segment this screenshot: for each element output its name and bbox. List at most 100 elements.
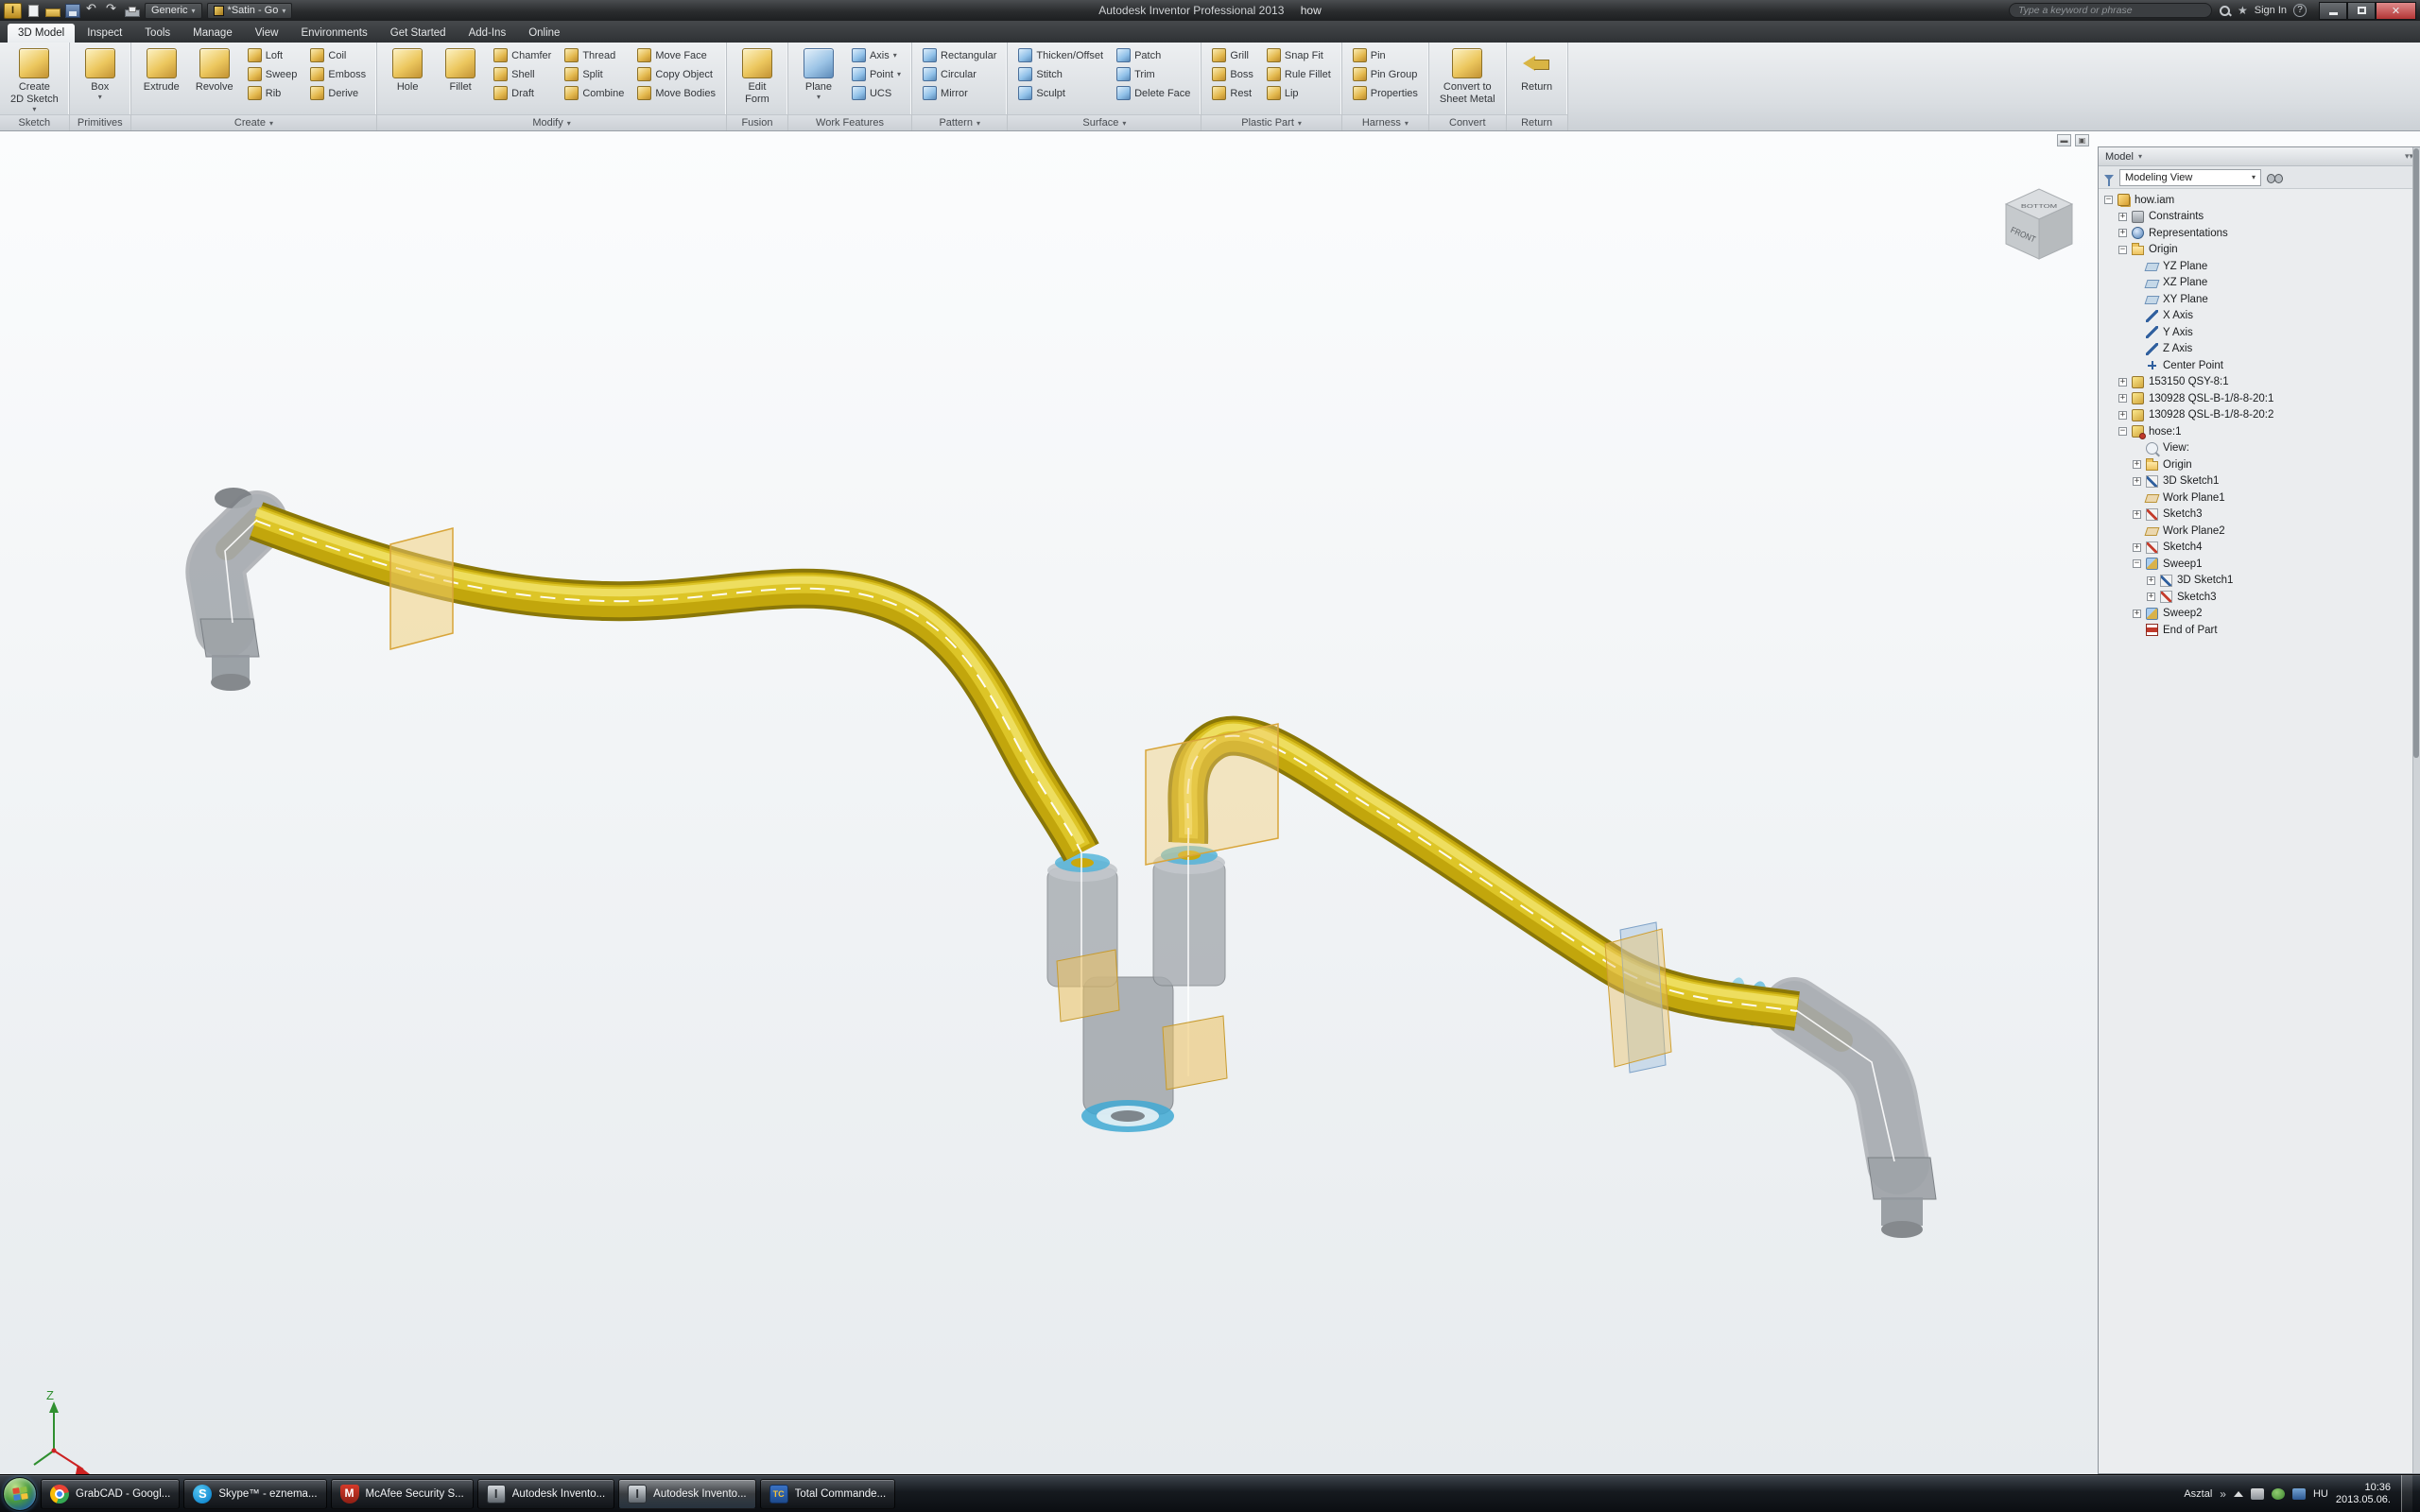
redo-icon[interactable] [105, 4, 120, 18]
ribbon-group-label[interactable]: Work Features [788, 114, 911, 130]
ribbon-button-split[interactable]: Split [561, 65, 628, 83]
ribbon-button-axis[interactable]: Axis▾ [848, 46, 905, 64]
help-icon[interactable]: ? [2293, 4, 2307, 17]
view-mode-select[interactable]: Modeling View ▾ [2119, 169, 2261, 186]
language-indicator[interactable]: HU [2313, 1488, 2328, 1500]
ribbon-button-sweep[interactable]: Sweep [244, 65, 302, 83]
ribbon-button-pin-group[interactable]: Pin Group [1349, 65, 1422, 83]
ribbon-button-extrude[interactable]: Extrude [136, 45, 187, 94]
minimize-button[interactable] [2319, 2, 2347, 20]
ribbon-group-label[interactable]: Sketch [0, 114, 69, 130]
browser-header[interactable]: Model ▾ ▾▾ [2099, 147, 2420, 166]
model-scene[interactable]: BOTTOM FRONT Z X [0, 131, 2420, 1474]
tab-3d-model[interactable]: 3D Model [8, 24, 75, 43]
ribbon-group-label[interactable]: Create▾ [131, 114, 376, 130]
ribbon-button-derive[interactable]: Derive [306, 84, 370, 102]
tree-item-view[interactable]: View: [2099, 440, 2420, 457]
desktop-toolbar-label[interactable]: Asztal [2184, 1488, 2212, 1500]
ribbon-button-plane[interactable]: Plane▾ [793, 45, 844, 102]
tree-item-sketch3[interactable]: +Sketch3 [2099, 589, 2420, 606]
tab-online[interactable]: Online [518, 24, 570, 43]
tab-view[interactable]: View [245, 24, 289, 43]
tree-expander[interactable]: + [2133, 477, 2141, 486]
maximize-button[interactable] [2347, 2, 2376, 20]
taskbar-button-autodesk-invento[interactable]: Autodesk Invento... [477, 1479, 614, 1509]
ribbon-group-label[interactable]: Plastic Part▾ [1201, 114, 1340, 130]
ribbon-group-label[interactable]: Modify▾ [377, 114, 726, 130]
ribbon-button-loft[interactable]: Loft [244, 46, 302, 64]
taskbar-button-mcafee-security-s[interactable]: McAfee Security S... [331, 1479, 474, 1509]
ribbon-group-label[interactable]: Fusion [727, 114, 787, 130]
sign-in-link[interactable]: Sign In [2255, 5, 2287, 16]
ribbon-group-label[interactable]: Surface▾ [1008, 114, 1201, 130]
tree-item-xy-plane[interactable]: XY Plane [2099, 291, 2420, 308]
ribbon-button-hole[interactable]: Hole [382, 45, 433, 94]
ribbon-button-revolve[interactable]: Revolve [189, 45, 240, 94]
doc-minimize-icon[interactable]: ▬ [2057, 134, 2071, 146]
doc-restore-icon[interactable]: ▣ [2075, 134, 2089, 146]
ribbon-button-fillet[interactable]: Fillet [435, 45, 486, 94]
tray-icon-2[interactable] [2272, 1488, 2285, 1500]
ribbon-button-coil[interactable]: Coil [306, 46, 370, 64]
ribbon-button-convert-to-sheet-metal[interactable]: Convert toSheet Metal [1434, 45, 1501, 106]
taskbar-button-autodesk-invento[interactable]: Autodesk Invento... [618, 1479, 755, 1509]
tree-item-153150-qsy-8-1[interactable]: +153150 QSY-8:1 [2099, 374, 2420, 391]
ribbon-button-emboss[interactable]: Emboss [306, 65, 370, 83]
ribbon-button-edit-form[interactable]: EditForm [732, 45, 783, 106]
ribbon-button-patch[interactable]: Patch [1113, 46, 1194, 64]
tree-item-z-axis[interactable]: Z Axis [2099, 341, 2420, 358]
open-icon[interactable] [45, 9, 60, 17]
tree-item-y-axis[interactable]: Y Axis [2099, 324, 2420, 341]
viewcube[interactable]: BOTTOM FRONT [2006, 189, 2072, 259]
tree-expander[interactable]: − [2104, 196, 2113, 204]
tree-item-sweep2[interactable]: +Sweep2 [2099, 606, 2420, 623]
tree-item-xz-plane[interactable]: XZ Plane [2099, 275, 2420, 292]
application-menu-button[interactable]: I [4, 3, 22, 19]
ribbon-button-trim[interactable]: Trim [1113, 65, 1194, 83]
find-icon[interactable] [2267, 173, 2283, 182]
tree-item-work-plane1[interactable]: Work Plane1 [2099, 490, 2420, 507]
appearance-combo[interactable]: *Satin - Go ▾ [207, 3, 293, 19]
browser-scrollbar[interactable] [2412, 147, 2420, 1473]
tree-item-sketch4[interactable]: +Sketch4 [2099, 540, 2420, 557]
tree-item-center-point[interactable]: Center Point [2099, 357, 2420, 374]
ribbon-button-boss[interactable]: Boss [1208, 65, 1256, 83]
tree-item-x-axis[interactable]: X Axis [2099, 308, 2420, 325]
tray-icon-3[interactable] [2292, 1488, 2306, 1500]
hidden-icons-icon[interactable] [2234, 1491, 2243, 1497]
tray-icon-1[interactable] [2251, 1488, 2264, 1500]
tree-item-yz-plane[interactable]: YZ Plane [2099, 258, 2420, 275]
tab-inspect[interactable]: Inspect [77, 24, 132, 43]
close-button[interactable]: ✕ [2376, 2, 2416, 20]
ribbon-button-stitch[interactable]: Stitch [1014, 65, 1107, 83]
ribbon-group-label[interactable]: Harness▾ [1342, 114, 1428, 130]
ribbon-button-ucs[interactable]: UCS [848, 84, 905, 102]
tree-item-constraints[interactable]: +Constraints [2099, 209, 2420, 226]
ribbon-button-snap-fit[interactable]: Snap Fit [1263, 46, 1335, 64]
ribbon-button-combine[interactable]: Combine [561, 84, 628, 102]
ribbon-button-thread[interactable]: Thread [561, 46, 628, 64]
taskbar-button-total-commande[interactable]: Total Commande... [760, 1479, 896, 1509]
search-icon[interactable] [2219, 5, 2231, 17]
ribbon-button-return[interactable]: Return [1512, 45, 1563, 94]
save-icon[interactable] [65, 4, 80, 18]
ribbon-button-grill[interactable]: Grill [1208, 46, 1256, 64]
tree-item-end-of-part[interactable]: End of Part [2099, 622, 2420, 639]
ribbon-button-sculpt[interactable]: Sculpt [1014, 84, 1107, 102]
tree-item-how-iam[interactable]: −how.iam [2099, 192, 2420, 209]
tree-expander[interactable]: − [2118, 427, 2127, 436]
taskbar-button-grabcad-googl[interactable]: GrabCAD - Googl... [41, 1479, 180, 1509]
tab-manage[interactable]: Manage [182, 24, 243, 43]
tree-expander[interactable]: + [2147, 593, 2155, 601]
tab-tools[interactable]: Tools [134, 24, 181, 43]
start-button[interactable] [3, 1477, 37, 1511]
tree-expander[interactable]: + [2133, 610, 2141, 618]
tree-expander[interactable]: + [2118, 411, 2127, 420]
tab-get-started[interactable]: Get Started [380, 24, 457, 43]
ribbon-button-thicken-offset[interactable]: Thicken/Offset [1014, 46, 1107, 64]
tree-expander[interactable]: + [2118, 394, 2127, 403]
tree-item-130928-qsl-b-1-8-8-20-1[interactable]: +130928 QSL-B-1/8-8-20:1 [2099, 390, 2420, 407]
taskbar-button-skype-eznema[interactable]: Skype™ - eznema... [183, 1479, 326, 1509]
ribbon-button-rib[interactable]: Rib [244, 84, 302, 102]
favorites-star-icon[interactable]: ★ [2238, 4, 2248, 17]
